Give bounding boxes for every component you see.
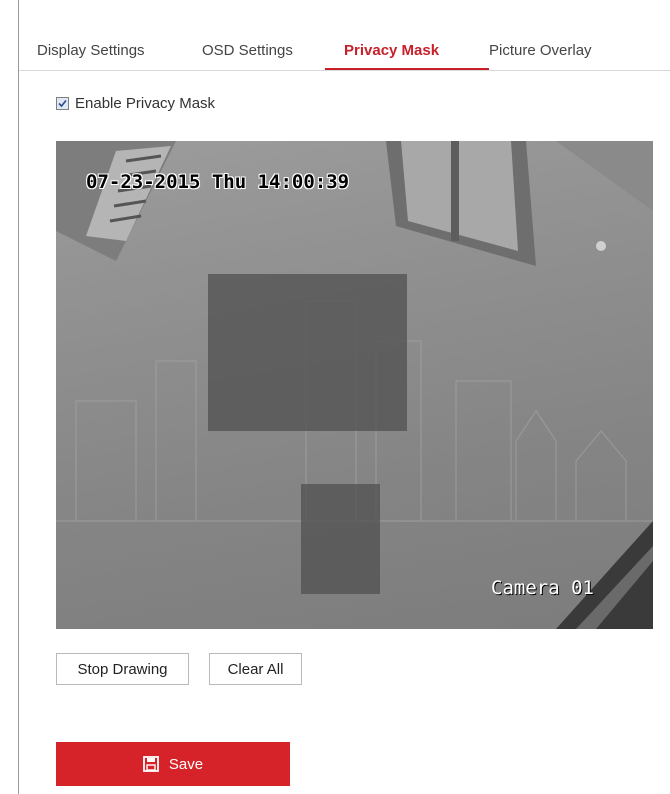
tab-picture-overlay[interactable]: Picture Overlay (489, 42, 592, 59)
privacy-mask-area[interactable] (208, 274, 407, 431)
enable-privacy-mask-row: Enable Privacy Mask (56, 95, 215, 112)
floppy-disk-icon (142, 756, 159, 772)
save-button-label: Save (168, 755, 204, 773)
osd-camera-name: Camera 01 (491, 577, 594, 599)
enable-privacy-mask-checkbox[interactable] (56, 97, 69, 110)
clear-all-button[interactable]: Clear All (209, 653, 302, 685)
tab-osd-settings[interactable]: OSD Settings (202, 42, 293, 59)
live-video-preview[interactable]: 07-23-2015 Thu 14:00:39 Camera 01 (56, 141, 653, 629)
active-tab-indicator (325, 68, 489, 70)
save-button[interactable]: Save (56, 742, 290, 786)
tab-display-settings[interactable]: Display Settings (37, 42, 145, 59)
checkmark-icon (58, 99, 67, 108)
page-left-border (18, 0, 19, 794)
enable-privacy-mask-label: Enable Privacy Mask (75, 95, 216, 112)
tab-bar: Display Settings OSD Settings Privacy Ma… (19, 30, 670, 71)
tab-privacy-mask[interactable]: Privacy Mask (344, 42, 439, 59)
osd-datetime: 07-23-2015 Thu 14:00:39 (86, 171, 350, 193)
stop-drawing-button[interactable]: Stop Drawing (56, 653, 189, 685)
privacy-mask-area[interactable] (301, 484, 380, 594)
